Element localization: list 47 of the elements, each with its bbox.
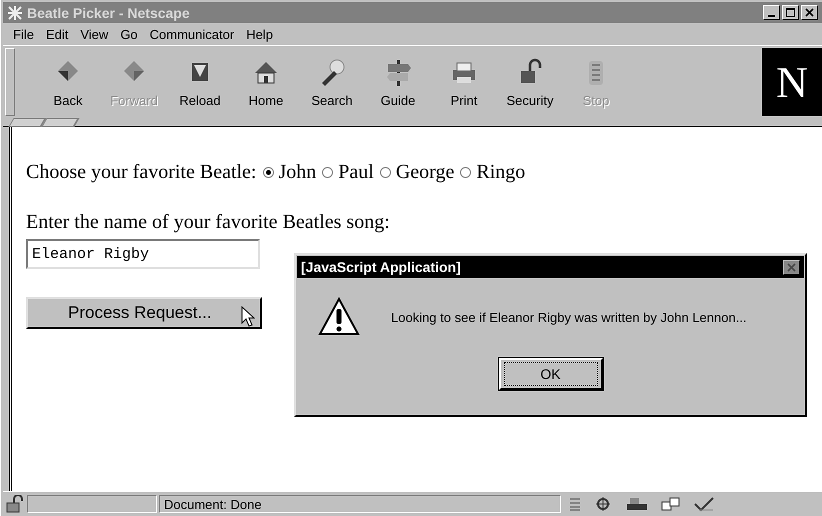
- question-text: Choose your favorite Beatle:: [26, 160, 256, 184]
- status-text: Document: Done: [164, 496, 262, 512]
- maximize-button[interactable]: [782, 5, 799, 20]
- logo: N: [762, 48, 822, 116]
- song-input-field[interactable]: Eleanor Rigby: [26, 239, 260, 269]
- close-button[interactable]: [783, 260, 800, 274]
- radio-label[interactable]: Ringo: [476, 160, 526, 184]
- close-icon: [805, 8, 814, 17]
- radio-label[interactable]: John: [278, 160, 316, 184]
- toolbar-button[interactable]: Home: [233, 46, 299, 118]
- process-request-button[interactable]: Process Request...: [26, 297, 262, 329]
- warning-icon: [317, 296, 361, 338]
- toolbar-grip[interactable]: [5, 48, 15, 116]
- radio-button[interactable]: [322, 166, 334, 178]
- app-icon: [7, 4, 23, 20]
- maximize-icon: [786, 8, 795, 17]
- lock-icon[interactable]: [5, 495, 25, 513]
- minimize-icon: [768, 14, 775, 16]
- toolbar-tab[interactable]: [41, 118, 80, 127]
- radio-button[interactable]: [262, 166, 274, 178]
- menu-item[interactable]: Communicator: [144, 26, 240, 42]
- toolbar-button[interactable]: Print: [431, 46, 497, 118]
- menu-item[interactable]: File: [7, 26, 40, 42]
- mouse-pointer-icon: [241, 306, 255, 328]
- radio-button[interactable]: [380, 166, 391, 178]
- dialog-title: [JavaScript Application]: [301, 259, 461, 275]
- menu-item[interactable]: Help: [240, 26, 279, 42]
- song-prompt: Enter the name of your favorite Beatles song:: [26, 210, 390, 234]
- close-button[interactable]: [801, 5, 818, 20]
- radio-button[interactable]: [460, 166, 472, 178]
- menu-item[interactable]: View: [74, 26, 114, 42]
- ok-button[interactable]: OK: [498, 358, 602, 390]
- toolbar-button[interactable]: Security: [497, 46, 563, 118]
- window-title: Beatle Picker - Netscape: [27, 4, 191, 20]
- minimize-button[interactable]: [763, 5, 780, 20]
- radio-label[interactable]: Paul: [338, 160, 374, 184]
- toolbar-button[interactable]: Search: [299, 46, 365, 118]
- menu-item[interactable]: Edit: [40, 26, 74, 42]
- close-icon: [787, 262, 796, 272]
- toolbar-tab[interactable]: [8, 118, 47, 127]
- menu-item[interactable]: Go: [114, 26, 144, 42]
- toolbar-button[interactable]: Reload: [167, 46, 233, 118]
- radio-label[interactable]: George: [396, 160, 454, 184]
- toolbar-button[interactable]: Back: [35, 46, 101, 118]
- dialog-message: Looking to see if Eleanor Rigby was written by John Lennon...: [391, 310, 747, 324]
- menu-lines-icon: [569, 497, 581, 511]
- toolbar-button[interactable]: Guide: [365, 46, 431, 118]
